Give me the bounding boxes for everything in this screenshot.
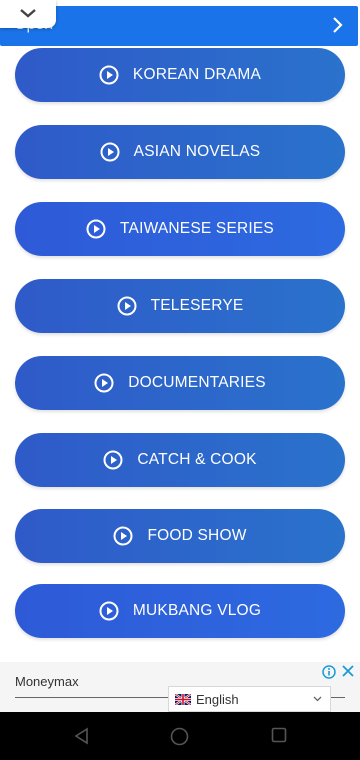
language-label: English: [196, 691, 239, 707]
menu-item-teleserye[interactable]: TELESERYE: [15, 279, 345, 333]
back-icon[interactable]: [73, 727, 91, 745]
ad-brand: Moneymax: [15, 674, 79, 689]
recents-icon[interactable]: [271, 727, 287, 743]
menu-item-label: CATCH & COOK: [137, 451, 257, 468]
play-icon: [86, 219, 106, 239]
chevron-down-icon: [20, 9, 36, 18]
play-icon: [113, 526, 133, 546]
menu-item-taiwanese-series[interactable]: TAIWANESE SERIES: [15, 202, 345, 256]
play-icon: [117, 296, 137, 316]
chevron-down-icon: [313, 696, 322, 702]
menu-item-documentaries[interactable]: DOCUMENTARIES: [15, 356, 345, 410]
menu-item-label: TAIWANESE SERIES: [120, 220, 274, 237]
menu-item-label: FOOD SHOW: [147, 527, 247, 544]
menu-item-label: KOREAN DRAMA: [132, 66, 262, 83]
play-icon: [94, 373, 114, 393]
chevron-right-icon: [333, 17, 343, 33]
top-ad-banner: Open: [0, 0, 360, 48]
adchoices-icon[interactable]: [322, 665, 336, 679]
menu-item-label: ASIAN NOVELAS: [133, 143, 261, 160]
home-icon[interactable]: [170, 727, 189, 746]
system-nav-bar: [0, 712, 360, 760]
menu-item-korean-drama[interactable]: KOREAN DRAMA: [15, 48, 345, 102]
menu-item-mukbang-vlog[interactable]: MUKBANG VLOG: [15, 584, 345, 638]
menu-item-asian-novelas[interactable]: ASIAN NOVELAS: [15, 125, 345, 179]
menu-item-label: DOCUMENTARIES: [128, 374, 266, 391]
play-icon: [99, 65, 119, 85]
menu-item-label: TELESERYE: [150, 297, 244, 314]
play-icon: [103, 450, 123, 470]
menu-item-food-show[interactable]: FOOD SHOW: [15, 509, 345, 563]
close-ad-icon[interactable]: [340, 663, 356, 679]
collapse-banner-button[interactable]: [0, 0, 56, 28]
menu-item-catch-and-cook[interactable]: CATCH & COOK: [15, 433, 345, 487]
menu-item-label: MUKBANG VLOG: [132, 602, 262, 619]
play-icon: [100, 142, 120, 162]
uk-flag-icon: [175, 693, 191, 705]
language-select[interactable]: English: [168, 686, 331, 712]
play-icon: [99, 601, 119, 621]
